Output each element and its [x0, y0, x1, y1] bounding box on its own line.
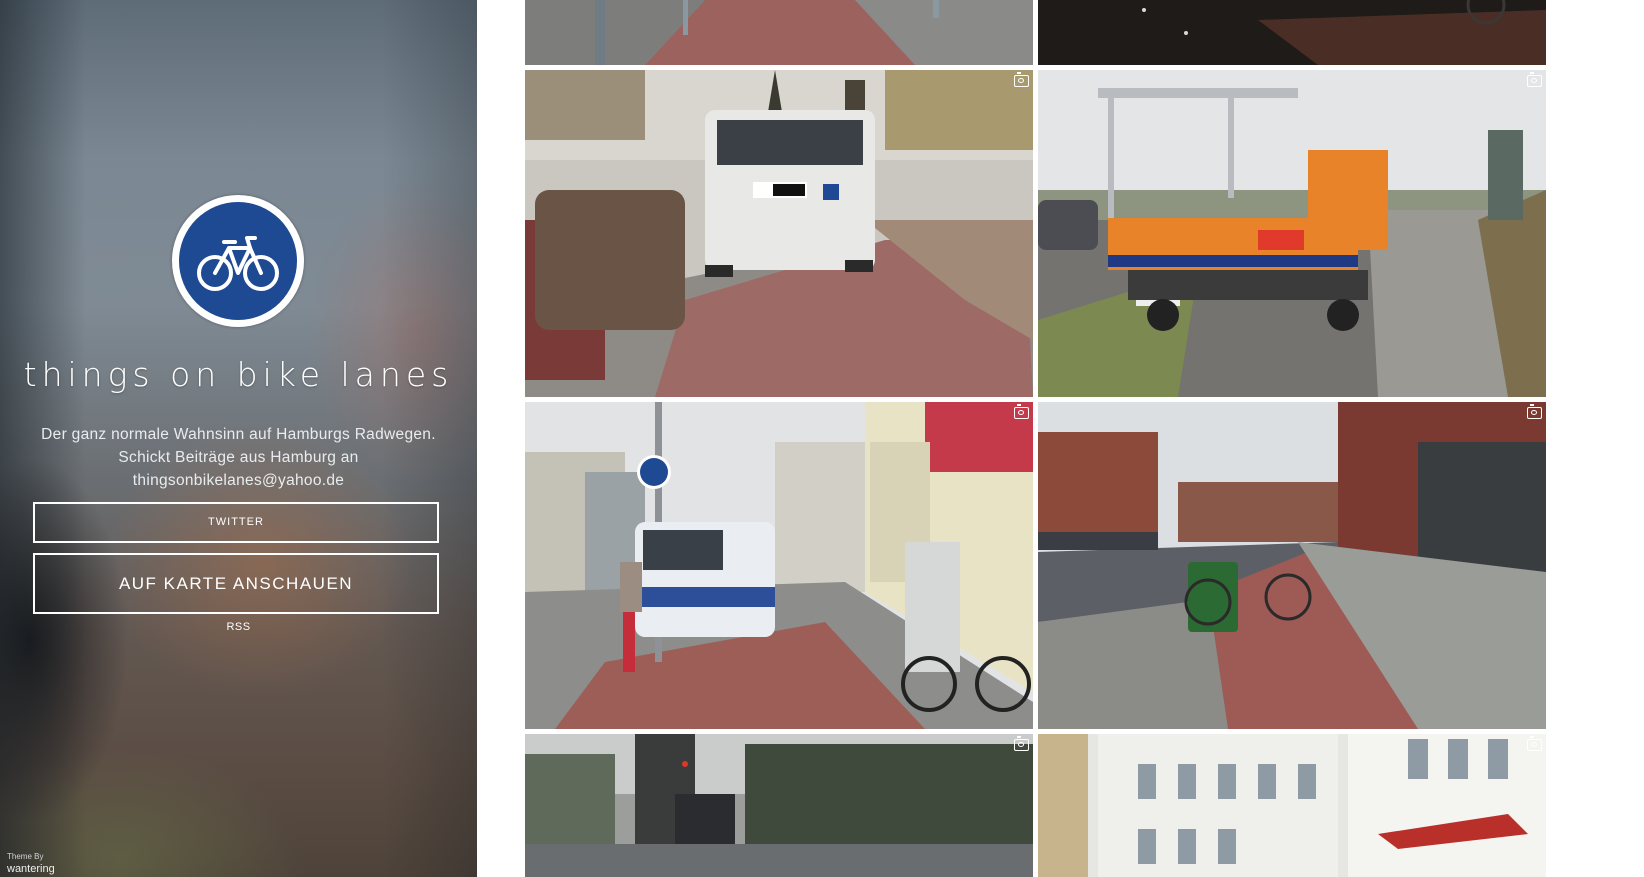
- photo-post-white-facade[interactable]: [1038, 734, 1546, 877]
- bike-lane-sign: [179, 202, 297, 320]
- camera-icon: [1527, 72, 1542, 87]
- photo: [525, 402, 1033, 729]
- theme-credit-label: Theme By: [7, 852, 44, 861]
- photo: [1038, 734, 1546, 877]
- photo-post-dark-street-bike[interactable]: [1038, 0, 1546, 65]
- twitter-button[interactable]: TWITTER: [33, 502, 439, 543]
- camera-icon: [1014, 404, 1029, 419]
- theme-credit-link[interactable]: wantering: [7, 863, 55, 875]
- camera-icon: [1014, 736, 1029, 751]
- blog-logo[interactable]: [172, 195, 304, 327]
- photo-post-police-van[interactable]: [525, 402, 1033, 729]
- photo-post-bin-and-bikes[interactable]: [1038, 402, 1546, 729]
- map-button[interactable]: AUF KARTE ANSCHAUEN: [33, 553, 439, 614]
- site-title[interactable]: things on bike lanes: [0, 353, 477, 397]
- photo: [1038, 70, 1546, 397]
- photo-post-white-van[interactable]: [525, 70, 1033, 397]
- rss-link[interactable]: RSS: [0, 621, 477, 633]
- photo: [1038, 402, 1546, 729]
- sidebar: things on bike lanes Der ganz normale Wa…: [0, 0, 477, 877]
- photo: [525, 0, 1033, 65]
- camera-icon: [1527, 736, 1542, 751]
- site-description: Der ganz normale Wahnsinn auf Hamburgs R…: [41, 426, 436, 489]
- photo-post-orange-truck[interactable]: [1038, 70, 1546, 397]
- camera-icon: [1014, 72, 1029, 87]
- camera-icon: [1527, 404, 1542, 419]
- photo: [525, 70, 1033, 397]
- photo: [525, 734, 1033, 877]
- photo: [1038, 0, 1546, 65]
- photo-post-bike-lane-pavement[interactable]: [525, 0, 1033, 65]
- bicycle-icon: [197, 236, 279, 291]
- photo-post-street-trees[interactable]: [525, 734, 1033, 877]
